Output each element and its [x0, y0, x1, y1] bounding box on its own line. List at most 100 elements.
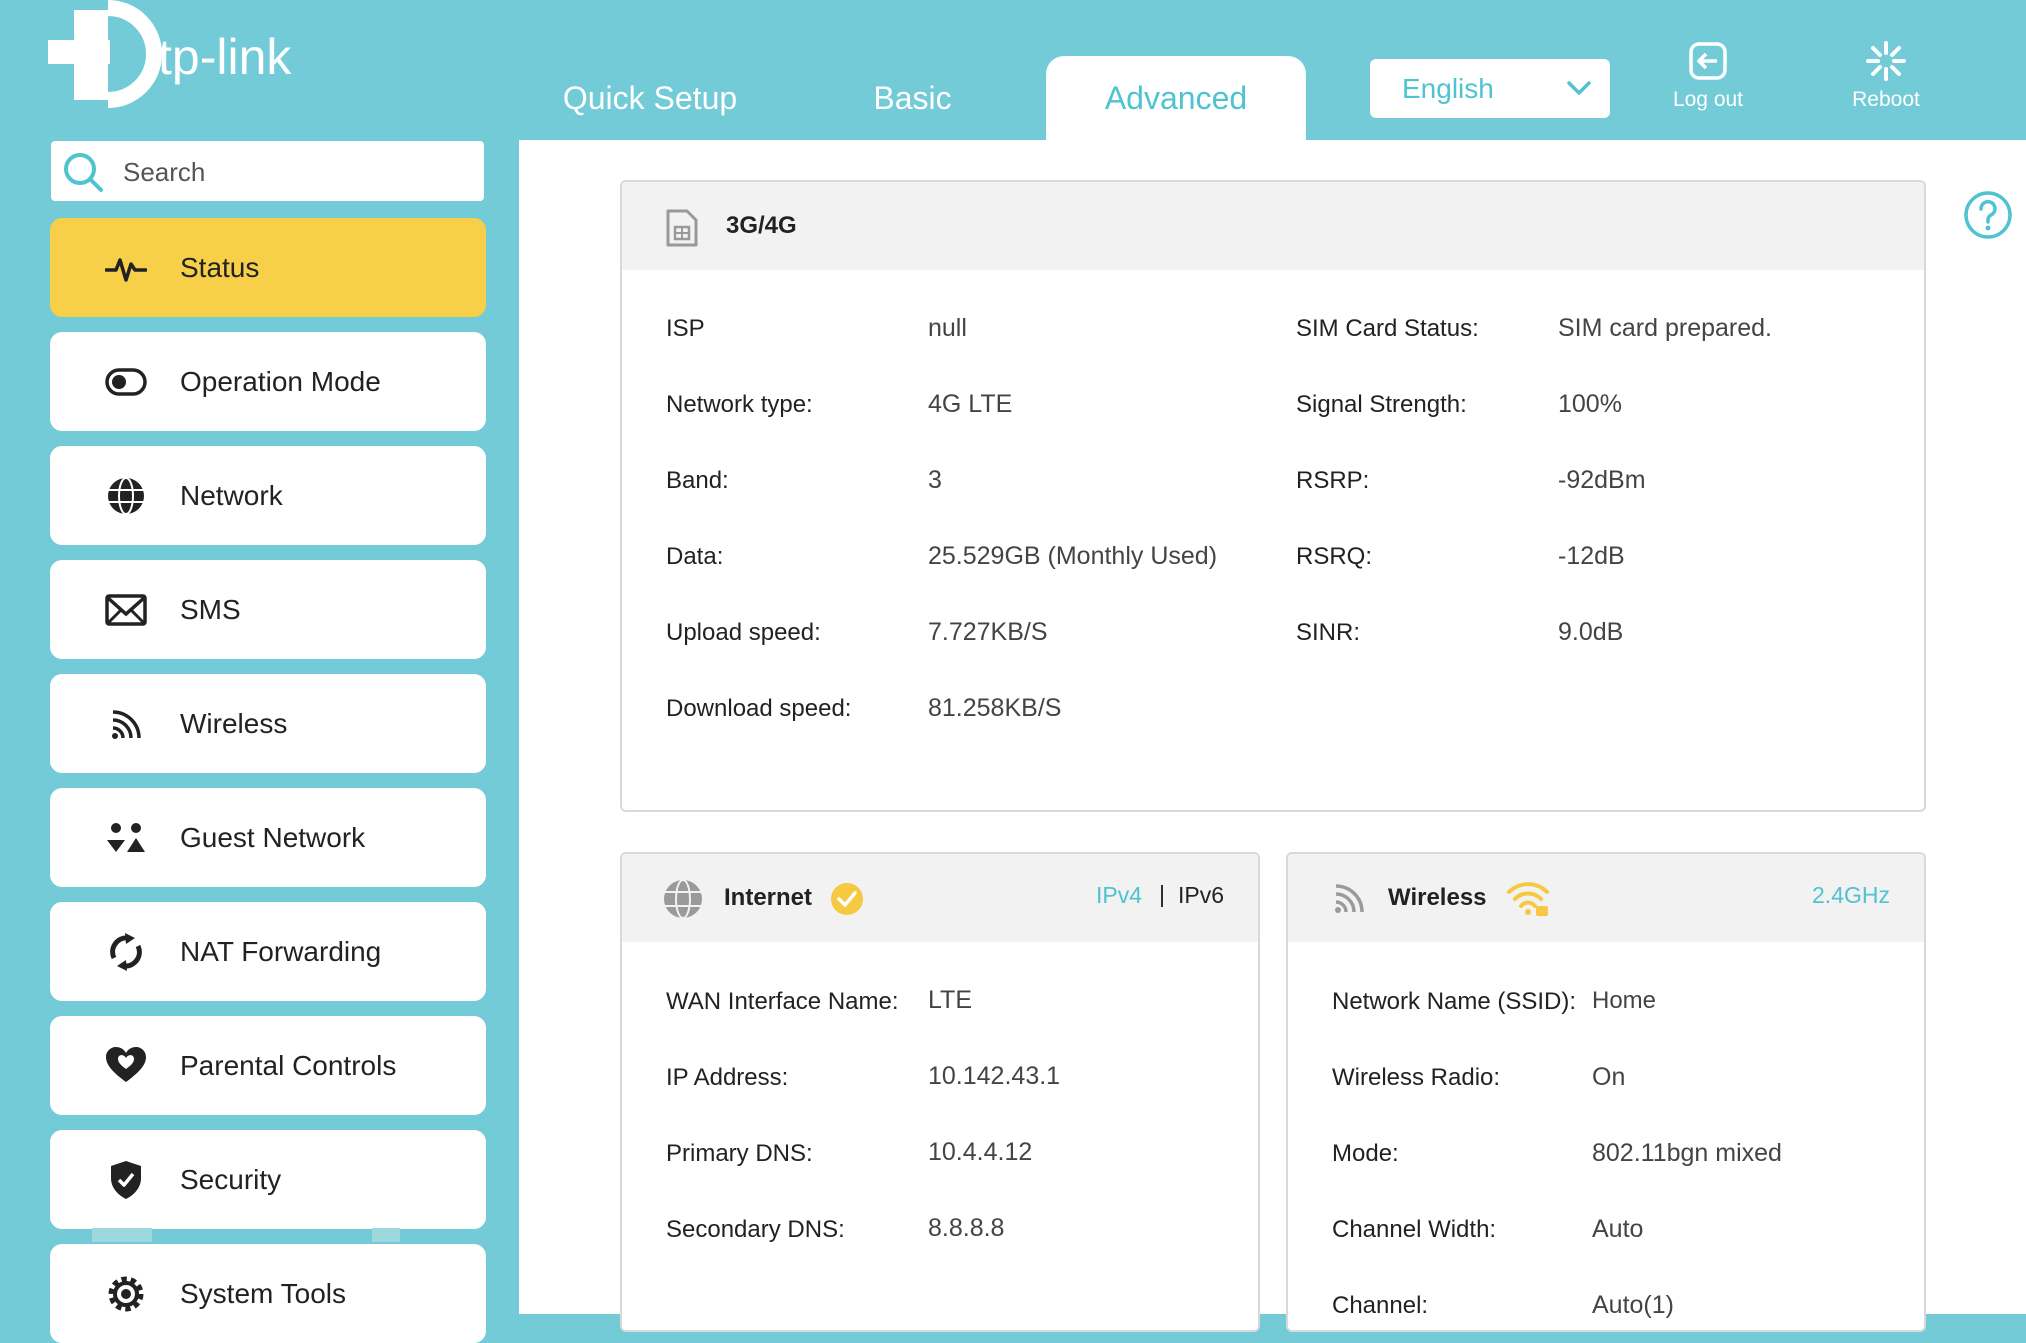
- cellular-label: Download speed:: [666, 695, 852, 722]
- cellular-label: Band:: [666, 467, 729, 494]
- cellular-value: 4G LTE: [928, 390, 1013, 418]
- sidebar-item-label: Security: [180, 1164, 282, 1195]
- pulse-icon: [105, 258, 147, 282]
- cellular-label: Upload speed:: [666, 619, 821, 646]
- internet-value: 10.4.4.12: [928, 1138, 1033, 1166]
- scroll-indicator: [372, 1228, 400, 1242]
- scroll-indicator: [92, 1228, 152, 1242]
- cellular-value: null: [928, 314, 967, 342]
- sidebar-item-label: Operation Mode: [180, 366, 381, 397]
- tab-advanced[interactable]: Advanced: [1046, 56, 1306, 140]
- wifi-signal-icon: [1335, 884, 1364, 913]
- tab-quick-setup[interactable]: Quick Setup: [540, 56, 760, 140]
- cellular-value: -12dB: [1558, 542, 1625, 570]
- globe-icon: [664, 879, 702, 919]
- cellular-label: RSRP:: [1296, 467, 1370, 494]
- card-header: Wireless 2.4GHz: [1288, 854, 1924, 942]
- help-icon[interactable]: [1963, 190, 2013, 240]
- cellular-status-card: 3G/4G ISP null Network type: 4G LTE Band…: [620, 180, 1926, 812]
- search-input[interactable]: [121, 141, 475, 203]
- sidebar-item-wireless[interactable]: Wireless: [50, 674, 486, 773]
- wireless-value: On: [1592, 1063, 1626, 1091]
- internet-value: LTE: [928, 986, 972, 1014]
- logout-button[interactable]: Log out: [1660, 40, 1756, 112]
- cellular-value: 9.0dB: [1558, 618, 1624, 646]
- sidebar-item-label: SMS: [180, 594, 241, 625]
- sidebar-item-parental-controls[interactable]: Parental Controls: [50, 1016, 486, 1115]
- cellular-value: 7.727KB/S: [928, 618, 1048, 646]
- sidebar-item-label: NAT Forwarding: [180, 936, 382, 967]
- wifi-signal-icon: [112, 710, 141, 739]
- check-circle-icon: [831, 883, 863, 915]
- internet-value: 10.142.43.1: [928, 1062, 1061, 1090]
- cellular-value: 3: [928, 466, 942, 494]
- sidebar-item-system-tools[interactable]: System Tools: [50, 1244, 486, 1343]
- wireless-band[interactable]: 2.4GHz: [1812, 882, 1890, 909]
- sidebar-item-guest-network[interactable]: Guest Network: [50, 788, 486, 887]
- reboot-button[interactable]: Reboot: [1838, 40, 1934, 112]
- search-box: [51, 141, 484, 203]
- search-icon: [64, 153, 103, 192]
- sidebar-item-network[interactable]: Network: [50, 446, 486, 545]
- cellular-value: SIM card prepared.: [1558, 314, 1772, 342]
- wifi-strength-icon: [1507, 882, 1549, 916]
- cellular-value: 81.258KB/S: [928, 694, 1062, 722]
- cellular-value: 25.529GB (Monthly Used): [928, 542, 1218, 570]
- ipv4-link[interactable]: IPv4: [1096, 882, 1142, 909]
- sidebar-item-label: Parental Controls: [180, 1050, 397, 1081]
- card-header: 3G/4G: [622, 182, 1924, 270]
- card-header: Internet IPv4 | IPv6: [622, 854, 1258, 942]
- cellular-label: RSRQ:: [1296, 543, 1373, 570]
- internet-label: IP Address:: [666, 1064, 789, 1091]
- ipv6-link[interactable]: IPv6: [1178, 882, 1224, 909]
- wireless-label: Mode:: [1332, 1140, 1399, 1167]
- tp-link-logo: tp-link: [48, 0, 318, 110]
- sim-card-icon: [666, 209, 698, 247]
- sidebar-item-security[interactable]: Security: [50, 1130, 486, 1229]
- card-title: 3G/4G: [726, 212, 797, 239]
- sidebar-item-label: Wireless: [180, 708, 288, 739]
- wireless-label: Network Name (SSID):: [1332, 988, 1577, 1015]
- sidebar-item-status[interactable]: Status: [50, 218, 486, 317]
- cellular-label: SINR:: [1296, 619, 1361, 646]
- internet-value: 8.8.8.8: [928, 1214, 1005, 1242]
- ip-separator: |: [1159, 881, 1165, 907]
- internet-label: Primary DNS:: [666, 1140, 813, 1167]
- envelope-icon: [105, 594, 147, 626]
- chevron-down-icon: [1567, 81, 1591, 95]
- wireless-value: 802.11bgn mixed: [1592, 1139, 1782, 1167]
- language-select[interactable]: English: [1370, 59, 1610, 118]
- reboot-icon: [1866, 41, 1906, 81]
- internet-label: Secondary DNS:: [666, 1216, 845, 1243]
- shield-icon: [111, 1161, 141, 1199]
- logout-icon: [1689, 42, 1727, 80]
- card-title: Wireless: [1388, 884, 1487, 911]
- sidebar-item-label: System Tools: [180, 1278, 346, 1309]
- heart-icon: [106, 1047, 146, 1082]
- cellular-label: Data:: [666, 543, 724, 570]
- sidebar-item-label: Status: [180, 252, 260, 283]
- wireless-status-card: Wireless 2.4GHz Network Name (SSID): Hom…: [1286, 852, 1926, 1332]
- cellular-label: Signal Strength:: [1296, 391, 1467, 418]
- language-value: English: [1402, 73, 1494, 104]
- cellular-label: Network type:: [666, 391, 813, 418]
- gear-icon: [108, 1276, 144, 1312]
- cellular-label: SIM Card Status:: [1296, 315, 1479, 342]
- tab-basic[interactable]: Basic: [830, 56, 995, 140]
- toggle-icon: [105, 368, 147, 396]
- wireless-value: Home: [1592, 987, 1657, 1014]
- logo-text: tp-link: [158, 29, 292, 85]
- wireless-value: Auto: [1592, 1215, 1644, 1243]
- wireless-label: Channel:: [1332, 1292, 1429, 1319]
- sidebar-item-operation-mode[interactable]: Operation Mode: [50, 332, 486, 431]
- cellular-label: ISP: [666, 315, 705, 342]
- nat-arrows-icon: [110, 933, 142, 971]
- sidebar-item-sms[interactable]: SMS: [50, 560, 486, 659]
- cellular-value: -92dBm: [1558, 466, 1646, 494]
- internet-status-card: Internet IPv4 | IPv6 WAN Interface Name:…: [620, 852, 1260, 1332]
- tp-link-logo-mark: tp-link: [48, 0, 292, 108]
- cellular-value: 100%: [1558, 390, 1622, 418]
- reboot-label: Reboot: [1852, 88, 1920, 111]
- sidebar-item-nat-forwarding[interactable]: NAT Forwarding: [50, 902, 486, 1001]
- logout-label: Log out: [1672, 88, 1744, 111]
